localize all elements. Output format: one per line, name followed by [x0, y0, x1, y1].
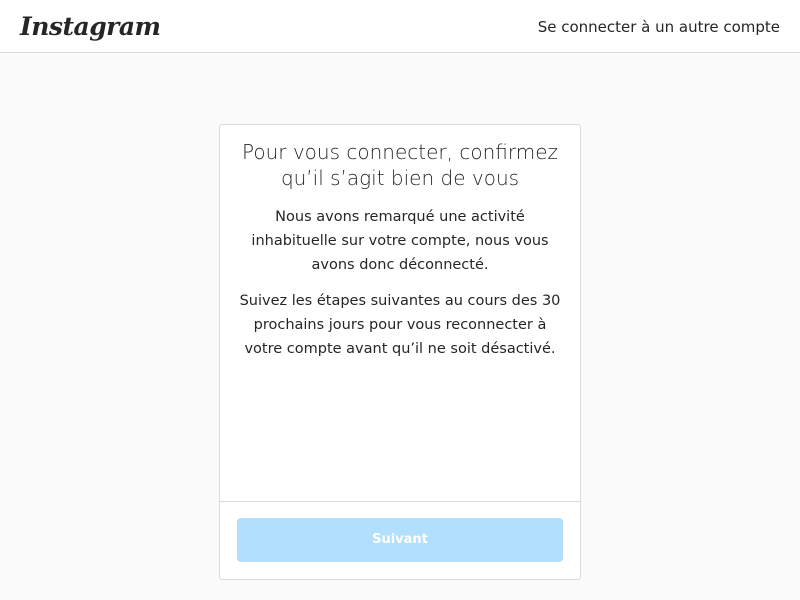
- card-footer: Suivant: [220, 501, 580, 579]
- unusual-activity-message: Nous avons remarqué une activité inhabit…: [251, 209, 549, 273]
- next-button[interactable]: Suivant: [237, 518, 563, 562]
- card-title: Pour vous connecter, confirmez qu’il s’a…: [242, 140, 558, 190]
- reconnect-instructions: Suivez les étapes suivantes au cours des…: [239, 293, 561, 357]
- instagram-logo[interactable]: Instagram: [20, 10, 161, 44]
- confirm-identity-card: Pour vous connecter, confirmez qu’il s’a…: [219, 124, 581, 580]
- switch-account-link[interactable]: Se connecter à un autre compte: [538, 17, 780, 37]
- top-navigation-bar: Instagram Se connecter à un autre compte: [0, 0, 800, 53]
